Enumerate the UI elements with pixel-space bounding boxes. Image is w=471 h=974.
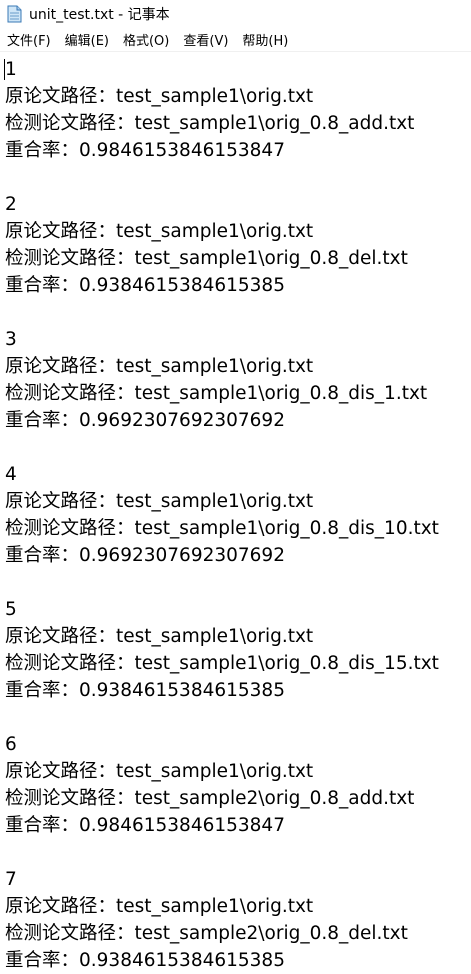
text-line: 检测论文路径：test_sample1\orig_0.8_dis_1.txt	[5, 383, 428, 404]
text-line	[5, 164, 469, 191]
window-title: unit_test.txt - 记事本	[29, 7, 170, 23]
menu-help[interactable]: 帮助(H)	[235, 28, 295, 51]
text-line: 7	[5, 869, 17, 890]
title-bar[interactable]: unit_test.txt - 记事本	[0, 0, 471, 28]
text-line: 检测论文路径：test_sample1\orig_0.8_del.txt	[5, 248, 408, 269]
text-line	[5, 569, 469, 596]
text-editor[interactable]: 1 原论文路径：test_sample1\orig.txt 检测论文路径：tes…	[0, 53, 471, 974]
menu-edit[interactable]: 编辑(E)	[58, 28, 116, 51]
menu-bar: 文件(F) 编辑(E) 格式(O) 查看(V) 帮助(H)	[0, 28, 471, 52]
text-line: 重合率：0.9692307692307692	[5, 545, 285, 566]
text-line: 4	[5, 464, 17, 485]
text-line: 检测论文路径：test_sample1\orig_0.8_add.txt	[5, 113, 415, 134]
text-line: 3	[5, 329, 17, 350]
text-line: 检测论文路径：test_sample1\orig_0.8_dis_15.txt	[5, 653, 439, 674]
text-line: 1	[5, 59, 17, 80]
text-line: 重合率：0.9846153846153847	[5, 815, 285, 836]
text-line: 原论文路径：test_sample1\orig.txt	[5, 221, 314, 242]
text-line: 原论文路径：test_sample1\orig.txt	[5, 896, 314, 917]
text-line: 2	[5, 194, 17, 215]
text-line	[5, 839, 469, 866]
notepad-icon	[7, 5, 22, 23]
text-line: 检测论文路径：test_sample2\orig_0.8_del.txt	[5, 923, 408, 944]
text-line: 检测论文路径：test_sample2\orig_0.8_add.txt	[5, 788, 415, 809]
text-line: 原论文路径：test_sample1\orig.txt	[5, 86, 314, 107]
text-line: 原论文路径：test_sample1\orig.txt	[5, 356, 314, 377]
text-line: 重合率：0.9384615384615385	[5, 680, 285, 701]
menu-view[interactable]: 查看(V)	[176, 28, 235, 51]
text-line	[5, 299, 469, 326]
text-line: 原论文路径：test_sample1\orig.txt	[5, 491, 314, 512]
text-line: 重合率：0.9384615384615385	[5, 275, 285, 296]
text-line: 检测论文路径：test_sample1\orig_0.8_dis_10.txt	[5, 518, 439, 539]
menu-format[interactable]: 格式(O)	[116, 28, 176, 51]
document-content[interactable]: 1 原论文路径：test_sample1\orig.txt 检测论文路径：tes…	[5, 56, 469, 974]
menu-file[interactable]: 文件(F)	[0, 28, 58, 51]
text-line: 原论文路径：test_sample1\orig.txt	[5, 626, 314, 647]
text-line: 5	[5, 599, 17, 620]
text-line	[5, 704, 469, 731]
text-line: 重合率：0.9384615384615385	[5, 950, 285, 971]
text-line: 重合率：0.9692307692307692	[5, 410, 285, 431]
text-line: 6	[5, 734, 17, 755]
text-line: 重合率：0.9846153846153847	[5, 140, 285, 161]
text-line	[5, 434, 469, 461]
text-line: 原论文路径：test_sample1\orig.txt	[5, 761, 314, 782]
